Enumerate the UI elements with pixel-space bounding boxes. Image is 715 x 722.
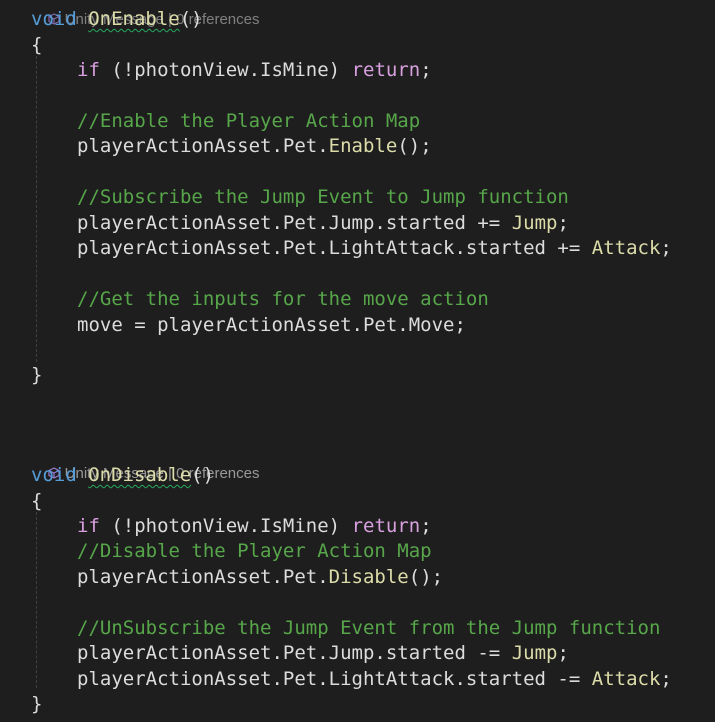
attack-prefix: playerActionAsset.Pet.LightAttack.starte… xyxy=(77,668,592,690)
enable-method: Enable xyxy=(328,135,398,157)
disable-suffix: (); xyxy=(408,566,444,588)
semicolon: ; xyxy=(660,668,672,690)
code-line-close-brace: } xyxy=(31,692,42,717)
code-comment: //Enable the Player Action Map xyxy=(77,110,421,132)
attack-prefix: playerActionAsset.Pet.LightAttack.starte… xyxy=(77,237,592,259)
method-name-onenable[interactable]: OnEnable xyxy=(88,8,180,30)
void-keyword: void xyxy=(31,8,77,30)
disable-method: Disable xyxy=(328,566,409,588)
code-line-close-brace: } xyxy=(31,363,42,388)
code-line-move: move = playerActionAsset.Pet.Move; xyxy=(77,314,466,336)
jump-method: Jump xyxy=(511,212,558,234)
semicolon: ; xyxy=(420,59,432,81)
code-line-ondisable-signature: void OnDisable() xyxy=(31,463,214,488)
code-line-if-return: if (!photonView.IsMine) return; xyxy=(77,58,432,83)
code-line-enable: playerActionAsset.Pet.Enable(); xyxy=(77,134,432,159)
enable-suffix: (); xyxy=(397,135,432,157)
indent-guide xyxy=(36,502,37,688)
attack-method: Attack xyxy=(591,668,661,690)
jump-prefix: playerActionAsset.Pet.Jump.started += xyxy=(77,212,512,234)
method-name-ondisable[interactable]: OnDisable xyxy=(88,464,191,486)
code-comment: //Disable the Player Action Map xyxy=(77,540,432,562)
indent-guide xyxy=(36,46,37,362)
if-keyword: if xyxy=(77,59,100,81)
code-comment: //UnSubscribe the Jump Event from the Ju… xyxy=(77,617,661,639)
semicolon: ; xyxy=(557,212,569,234)
code-line-attack-subscribe: playerActionAsset.Pet.LightAttack.starte… xyxy=(77,236,672,261)
if-condition: (!photonView.IsMine) xyxy=(99,515,352,537)
enable-prefix: playerActionAsset.Pet. xyxy=(77,135,329,157)
close-brace: } xyxy=(31,693,43,715)
code-line-attack-unsubscribe: playerActionAsset.Pet.LightAttack.starte… xyxy=(77,667,672,692)
codelens-ondisable[interactable]: Unity Message | 0 references xyxy=(31,441,260,482)
code-editor[interactable]: Unity Message | 0 references void OnEnab… xyxy=(0,0,715,722)
jump-method: Jump xyxy=(511,642,558,664)
code-line-open-brace: { xyxy=(31,489,42,514)
disable-prefix: playerActionAsset.Pet. xyxy=(77,566,329,588)
semicolon: ; xyxy=(420,515,432,537)
if-condition: (!photonView.IsMine) xyxy=(99,59,352,81)
void-keyword: void xyxy=(31,464,77,486)
parens: () xyxy=(191,464,215,486)
semicolon: ; xyxy=(660,237,672,259)
code-line-disable: playerActionAsset.Pet.Disable(); xyxy=(77,565,443,590)
code-line-jump-unsubscribe: playerActionAsset.Pet.Jump.started -= Ju… xyxy=(77,641,569,666)
open-brace: { xyxy=(31,490,43,512)
return-keyword: return xyxy=(351,515,421,537)
code-comment: //Subscribe the Jump Event to Jump funct… xyxy=(77,186,569,208)
close-brace: } xyxy=(31,364,43,386)
if-keyword: if xyxy=(77,515,100,537)
attack-method: Attack xyxy=(591,237,661,259)
code-comment: //Get the inputs for the move action xyxy=(77,288,489,310)
code-line-open-brace: { xyxy=(31,33,42,58)
code-line-if-return: if (!photonView.IsMine) return; xyxy=(77,514,432,539)
return-keyword: return xyxy=(351,59,421,81)
code-line-onenable-signature: void OnEnable() xyxy=(31,7,203,32)
jump-prefix: playerActionAsset.Pet.Jump.started -= xyxy=(77,642,512,664)
semicolon: ; xyxy=(557,642,569,664)
code-line-jump-subscribe: playerActionAsset.Pet.Jump.started += Ju… xyxy=(77,211,569,236)
parens: () xyxy=(179,8,203,30)
open-brace: { xyxy=(31,34,43,56)
